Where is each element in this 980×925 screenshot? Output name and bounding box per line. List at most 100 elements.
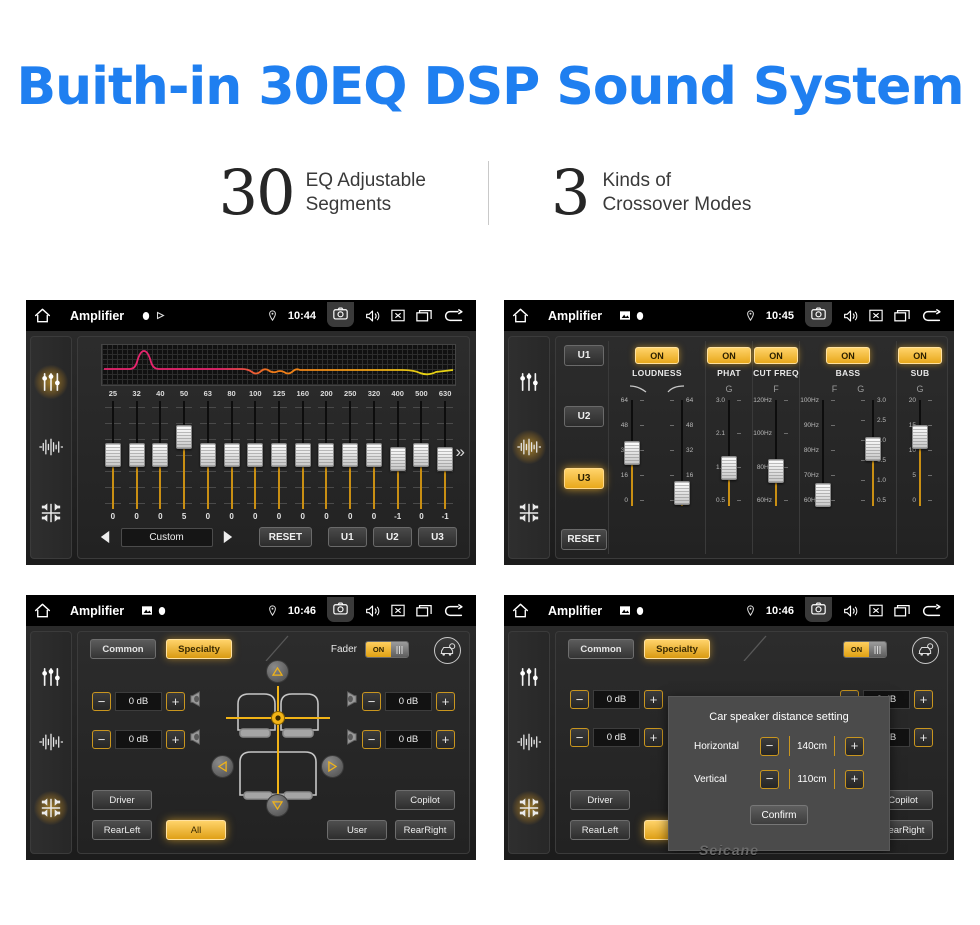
slider-track[interactable] [270, 401, 288, 509]
slider-track[interactable] [246, 401, 264, 509]
slider-handle[interactable] [674, 481, 690, 505]
slider-track[interactable] [199, 401, 217, 509]
close-box-icon[interactable] [869, 309, 883, 322]
slider-handle[interactable] [912, 425, 928, 449]
crossover-slider[interactable]: 3.0 2.5 2.0 1.5 1.0 0.5 [850, 397, 896, 509]
eq-slider-bank[interactable] [101, 401, 457, 509]
slider-handle[interactable] [437, 447, 454, 471]
slider-track[interactable] [341, 401, 359, 509]
eq-band-slider[interactable] [220, 401, 244, 509]
fader-toggle[interactable]: ON [843, 641, 887, 658]
sidebar-item-crossover[interactable] [512, 430, 546, 465]
volume-icon[interactable] [843, 604, 858, 618]
eq-band-slider[interactable] [338, 401, 362, 509]
slider-handle[interactable] [223, 443, 240, 467]
minus-icon[interactable]: − [570, 728, 589, 747]
sidebar-item-balance[interactable] [512, 496, 546, 530]
close-box-icon[interactable] [869, 604, 883, 617]
user-preset-u2-button[interactable]: U2 [372, 527, 412, 547]
tab-common[interactable]: Common [90, 639, 156, 659]
back-arrow-icon[interactable] [921, 308, 942, 323]
tab-specialty[interactable]: Specialty [644, 639, 710, 659]
preset-copilot-button[interactable]: Copilot [395, 790, 455, 810]
crossover-slider[interactable]: 120Hz 100Hz 80Hz 60Hz [753, 397, 799, 509]
camera-icon[interactable] [805, 302, 832, 327]
home-icon[interactable] [34, 603, 51, 618]
slider-handle[interactable] [152, 443, 169, 467]
slider-handle[interactable] [199, 443, 216, 467]
volume-icon[interactable] [365, 309, 380, 323]
preset-all-button[interactable]: All [166, 820, 226, 840]
reset-button[interactable]: RESET [561, 528, 607, 550]
user-preset-u3-button[interactable]: U3 [417, 527, 458, 547]
minus-icon[interactable]: − [570, 690, 589, 709]
slider-track[interactable] [104, 401, 122, 509]
slider-handle[interactable] [389, 447, 406, 471]
confirm-button[interactable]: Confirm [750, 805, 808, 825]
sidebar-item-equalizer[interactable] [34, 660, 68, 694]
sidebar-item-equalizer[interactable] [34, 364, 68, 399]
slider-track[interactable] [365, 401, 383, 509]
eq-band-slider[interactable] [291, 401, 315, 509]
eq-band-slider[interactable] [101, 401, 125, 509]
plus-icon[interactable]: + [845, 736, 864, 756]
plus-icon[interactable]: + [644, 690, 663, 709]
slider-handle[interactable] [318, 443, 335, 467]
nav-left-button[interactable] [211, 755, 234, 778]
preset-rearleft-button[interactable]: RearLeft [92, 820, 152, 840]
crossover-on-button[interactable]: ON [826, 347, 870, 364]
slider-handle[interactable] [413, 443, 430, 467]
preset-user-button[interactable]: User [327, 820, 387, 840]
eq-band-slider[interactable] [433, 401, 457, 509]
crossover-on-button[interactable]: ON [635, 347, 679, 364]
user-preset-u1-button[interactable]: U1 [327, 527, 367, 547]
home-icon[interactable] [512, 603, 529, 618]
crossover-slider[interactable]: 100Hz 90Hz 80Hz 70Hz 60Hz [800, 397, 846, 509]
minus-icon[interactable]: − [760, 769, 779, 789]
slider-track[interactable] [389, 401, 407, 509]
slider-track[interactable] [128, 401, 146, 509]
slider-track[interactable] [294, 401, 312, 509]
sidebar-item-equalizer[interactable] [512, 365, 546, 399]
home-icon[interactable] [512, 308, 529, 323]
sidebar-item-crossover[interactable] [34, 725, 68, 759]
double-chevron-right-icon[interactable]: » [456, 442, 465, 462]
plus-icon[interactable]: + [436, 692, 455, 711]
back-arrow-icon[interactable] [443, 308, 464, 323]
home-icon[interactable] [34, 308, 51, 323]
minus-icon[interactable]: − [760, 736, 779, 756]
preset-driver-button[interactable]: Driver [570, 790, 630, 810]
eq-band-slider[interactable] [386, 401, 410, 509]
preset-next-button[interactable] [219, 528, 238, 546]
preset-u2-button[interactable]: U2 [564, 406, 604, 428]
crossover-on-button[interactable]: ON [707, 347, 751, 364]
crossover-on-button[interactable]: ON [754, 347, 798, 364]
sidebar-item-crossover[interactable] [512, 725, 546, 759]
sidebar-item-crossover[interactable] [34, 430, 68, 464]
reset-button[interactable]: RESET [259, 527, 312, 547]
plus-icon[interactable]: + [914, 690, 933, 709]
fader-toggle[interactable]: ON [365, 641, 409, 658]
minus-icon[interactable]: − [92, 730, 111, 749]
preset-name-display[interactable]: Custom [120, 527, 213, 547]
slider-track[interactable] [317, 401, 335, 509]
nav-up-button[interactable] [266, 660, 289, 683]
car-settings-icon[interactable] [434, 637, 461, 664]
preset-u3-button[interactable]: U3 [564, 467, 604, 489]
camera-icon[interactable] [805, 597, 832, 622]
volume-icon[interactable] [365, 604, 380, 618]
camera-icon[interactable] [327, 302, 354, 327]
slider-handle[interactable] [128, 443, 145, 467]
tab-common[interactable]: Common [568, 639, 634, 659]
slider-handle[interactable] [271, 443, 287, 467]
slider-handle[interactable] [768, 459, 784, 483]
minus-icon[interactable]: − [362, 730, 381, 749]
preset-prev-button[interactable] [96, 528, 115, 546]
slider-handle[interactable] [815, 483, 831, 507]
plus-icon[interactable]: + [166, 692, 185, 711]
eq-band-slider[interactable] [148, 401, 172, 509]
slider-handle[interactable] [721, 456, 737, 480]
plus-icon[interactable]: + [644, 728, 663, 747]
plus-icon[interactable]: + [166, 730, 185, 749]
nav-right-button[interactable] [321, 755, 344, 778]
